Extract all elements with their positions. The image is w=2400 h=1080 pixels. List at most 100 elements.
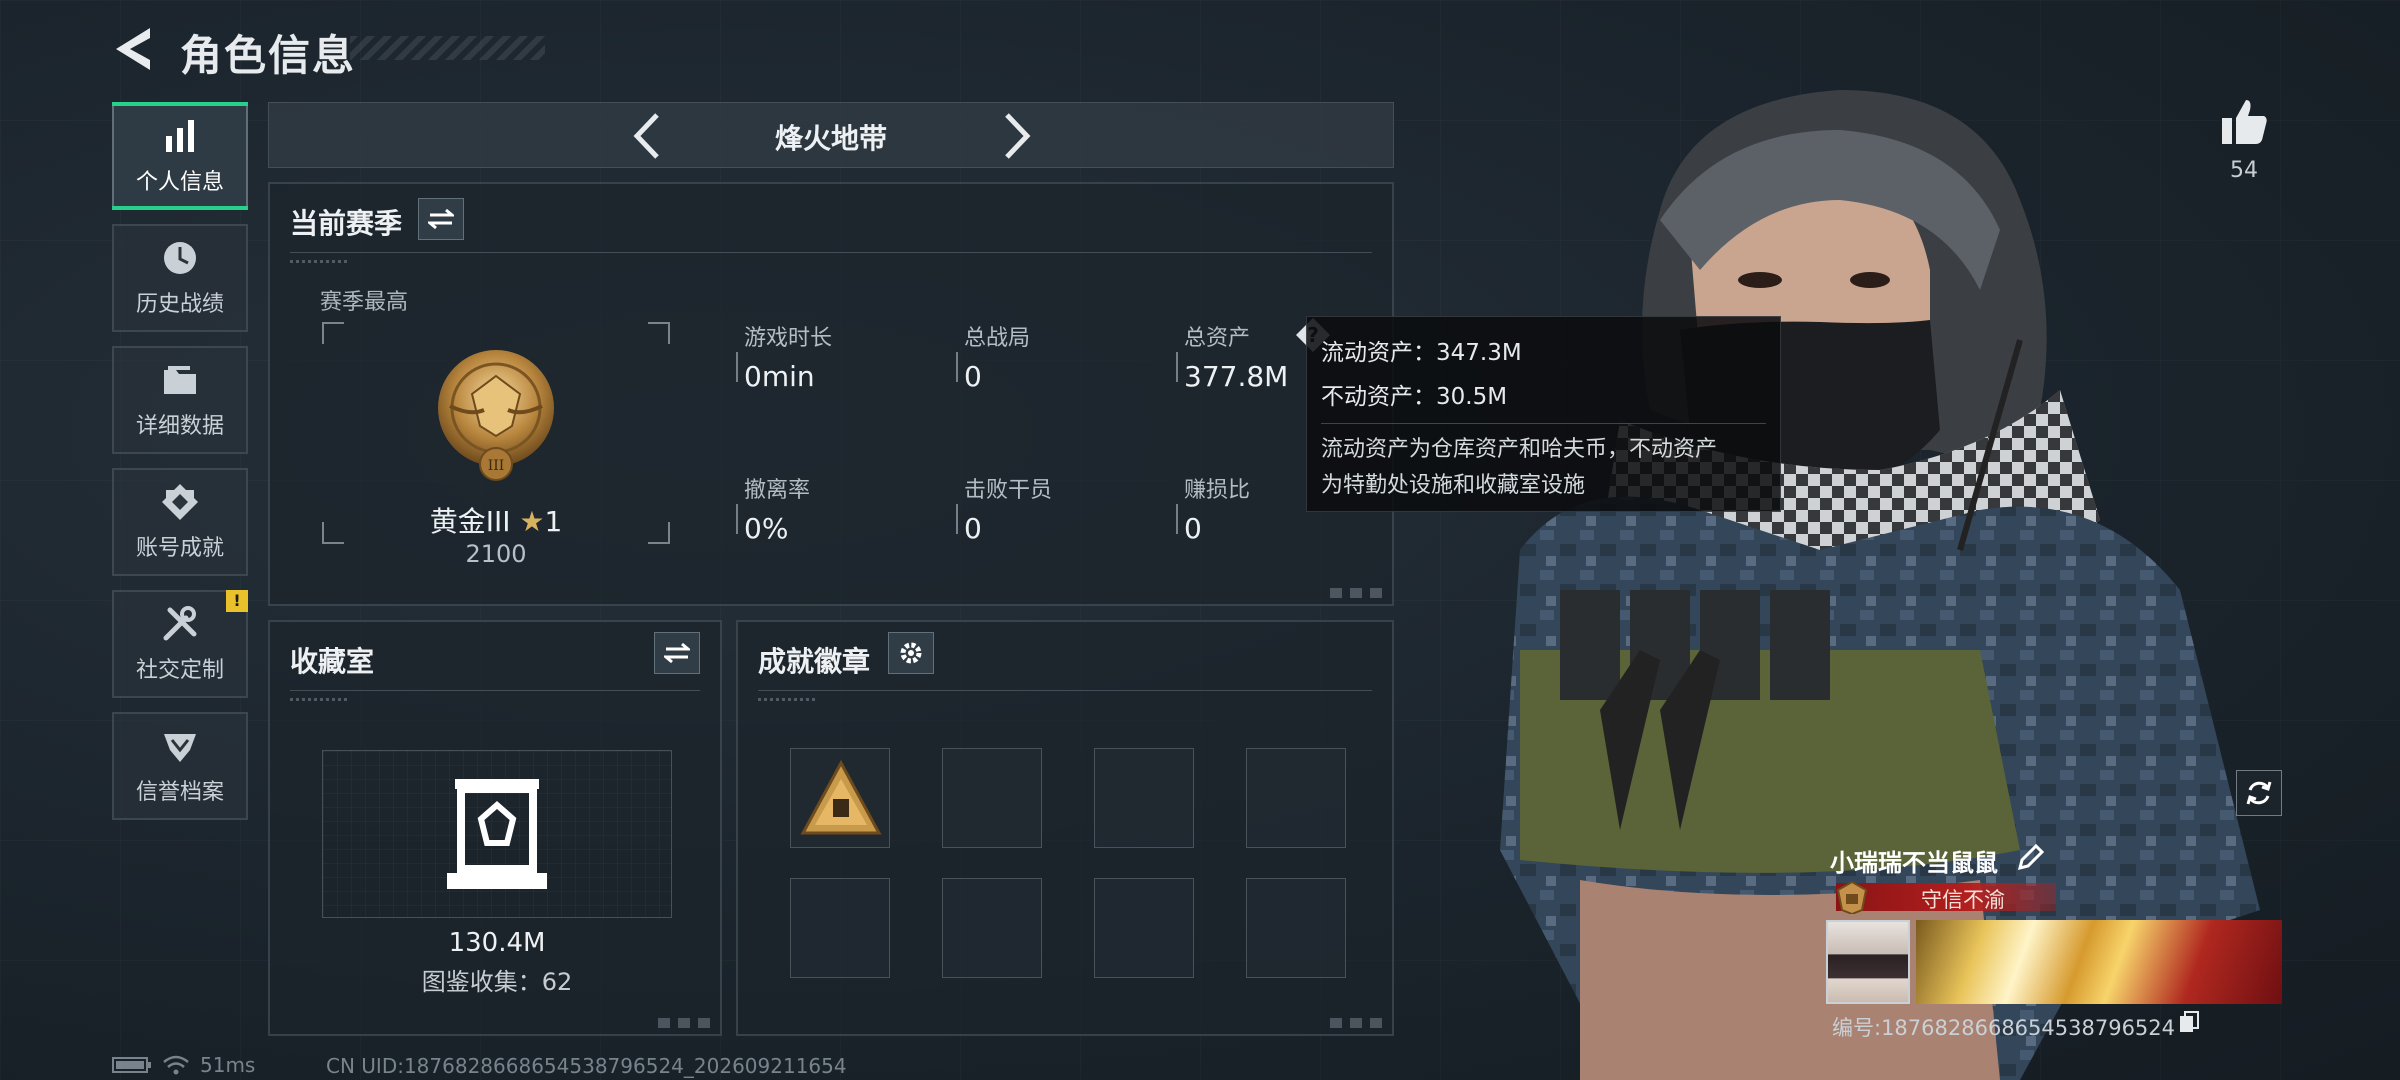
divider	[758, 690, 1372, 691]
nav-achievements[interactable]: 账号成就	[112, 468, 248, 576]
divider	[290, 690, 700, 691]
badge-slot[interactable]	[1246, 878, 1346, 978]
back-arrow-icon[interactable]	[110, 24, 156, 74]
stat-value-extract-rate: 0%	[744, 512, 789, 545]
stat-value-profit-ratio: 0	[1184, 512, 1202, 545]
page-title: 角色信息	[180, 31, 357, 80]
nav-detail-data[interactable]: 详细数据	[112, 346, 248, 454]
stat-value-total-assets: 377.8M	[1184, 360, 1289, 393]
title-emblem-icon	[1836, 880, 1868, 914]
badge-slot[interactable]	[1246, 748, 1346, 848]
bar-chart-icon	[166, 120, 194, 152]
notification-badge: !	[226, 590, 248, 612]
player-id: 编号:1876828668654538796524	[1832, 1016, 2176, 1040]
svg-text:III: III	[488, 458, 505, 474]
collection-switch-button[interactable]	[654, 632, 700, 674]
stat-label-kills: 击败干员	[964, 478, 1053, 503]
stat-label-profit-ratio: 赚损比	[1184, 478, 1251, 503]
gear-icon	[900, 642, 922, 664]
nav-personal-info[interactable]: 个人信息	[112, 102, 248, 210]
rank-name: 黄金III ★1	[322, 500, 670, 540]
player-title: 守信不渝	[1921, 888, 2005, 912]
star-icon: ★	[519, 505, 545, 538]
folder-icon	[164, 366, 196, 394]
stat-divider	[736, 504, 738, 534]
corner-decoration	[1330, 1018, 1386, 1028]
pyramid-badge-icon	[800, 759, 882, 835]
season-switch-button[interactable]	[418, 198, 464, 240]
swap-icon	[664, 642, 690, 664]
copy-icon[interactable]	[2178, 1010, 2200, 1034]
badge-slot[interactable]	[790, 748, 890, 848]
stat-divider	[736, 352, 738, 382]
rank-stars: 1	[544, 505, 563, 538]
fixed-assets: 不动资产：30.5M	[1321, 384, 1508, 410]
badge-slot[interactable]	[1094, 748, 1194, 848]
wifi-icon	[163, 1055, 189, 1075]
season-best-label: 赛季最高	[320, 290, 409, 315]
stat-divider	[1176, 504, 1178, 534]
collection-panel: 收藏室 130.4M 图鉴收集：62	[268, 620, 722, 1036]
collection-value: 130.4M	[448, 928, 546, 958]
collection-title: 收藏室	[290, 645, 375, 678]
avatar[interactable]	[1826, 920, 1910, 1004]
badge-slot[interactable]	[1094, 878, 1194, 978]
stat-value-kills: 0	[964, 512, 982, 545]
nav-social-custom[interactable]: 社交定制 !	[112, 590, 248, 698]
nav-label: 社交定制	[135, 658, 224, 683]
divider	[290, 252, 1372, 253]
nav-label: 信誉档案	[135, 780, 224, 805]
nav-label: 个人信息	[135, 170, 224, 195]
stat-label-playtime: 游戏时长	[744, 326, 833, 351]
tooltip-divider	[1321, 423, 1766, 424]
stat-divider	[956, 352, 958, 382]
divider-dots	[290, 698, 350, 701]
assets-tooltip: 流动资产：347.3M 不动资产：30.5M 流动资产为仓库资产和哈夫币，不动资…	[1306, 316, 1781, 512]
collection-count: 图鉴收集：62	[421, 968, 573, 996]
mode-selector: 烽火地带	[268, 102, 1394, 168]
rank-score: 2100	[465, 540, 527, 568]
tools-icon	[163, 606, 197, 641]
assets-desc-line-2: 为特勤处设施和收藏室设施	[1321, 473, 1586, 498]
nav-label: 历史战绩	[135, 292, 224, 317]
nav-label: 账号成就	[135, 536, 224, 561]
battery-icon	[112, 1057, 151, 1073]
badges-panel: 成就徽章	[736, 620, 1394, 1036]
stat-value-matches: 0	[964, 360, 982, 393]
history-clock-icon	[164, 242, 196, 274]
like-count: 54	[2230, 158, 2258, 183]
nav-credit-record[interactable]: 信誉档案	[112, 712, 248, 820]
edit-pencil-icon[interactable]	[2016, 844, 2044, 872]
season-panel: 当前赛季 赛季最高 III 黄金III ★1 2100 游戏时长 0min 总战…	[268, 182, 1394, 606]
divider-dots	[290, 260, 350, 263]
name-card[interactable]	[1916, 920, 2282, 1004]
collection-case-icon	[447, 779, 547, 889]
player-name: 小瑞瑞不当鼠鼠	[1830, 849, 1998, 877]
corner-decoration	[1330, 588, 1386, 598]
collection-display[interactable]	[322, 750, 672, 918]
next-mode-arrow-icon[interactable]	[997, 111, 1037, 161]
nav-label: 详细数据	[135, 414, 224, 439]
stat-label-matches: 总战局	[964, 326, 1031, 351]
badge-slot[interactable]	[942, 878, 1042, 978]
uid-text: CN UID:1876828668654538796524_2026092116…	[326, 1054, 847, 1078]
badge-slot[interactable]	[790, 878, 890, 978]
liquid-assets: 流动资产：347.3M	[1321, 340, 1522, 366]
nav-history[interactable]: 历史战绩	[112, 224, 248, 332]
status-bar: 51ms	[112, 1053, 256, 1077]
stat-value-playtime: 0min	[744, 360, 815, 393]
divider-dots	[758, 698, 818, 701]
badge-settings-button[interactable]	[888, 632, 934, 674]
gold-rank-medal-icon: III	[438, 350, 554, 481]
ping-text: 51ms	[200, 1053, 256, 1077]
badge-slot[interactable]	[942, 748, 1042, 848]
swap-icon	[428, 208, 454, 230]
season-title: 当前赛季	[290, 207, 403, 240]
stat-label-total-assets: 总资产	[1184, 326, 1251, 351]
thumbs-up-icon[interactable]	[2218, 96, 2270, 148]
mode-title: 烽火地带	[774, 122, 887, 155]
rank-name-text: 黄金III	[429, 505, 511, 538]
rotate-model-button[interactable]	[2236, 770, 2282, 816]
achievement-emblem-icon	[162, 484, 198, 520]
rotate-icon	[2246, 781, 2272, 805]
